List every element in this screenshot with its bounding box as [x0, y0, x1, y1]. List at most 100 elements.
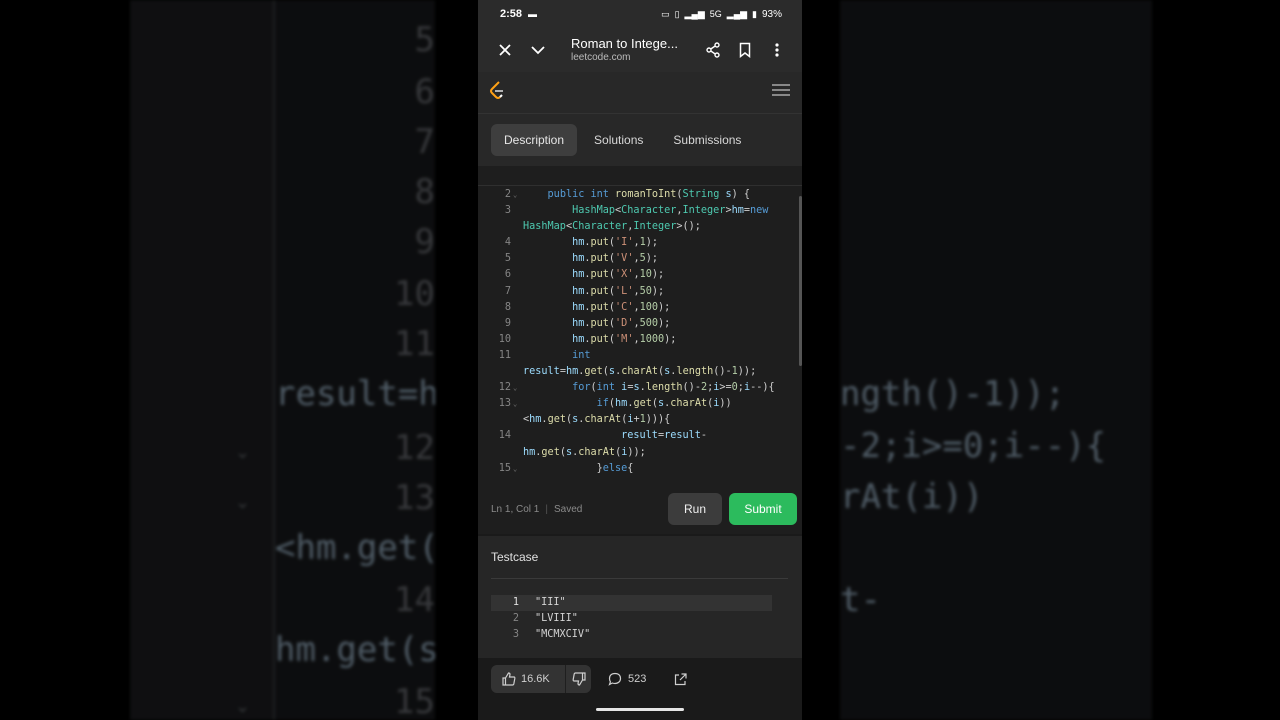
tab-description[interactable]: Description — [491, 124, 578, 156]
code-line[interactable]: hm.get(s.charAt(i)); — [478, 445, 796, 461]
bottom-actions: 16.6K 523 — [478, 658, 802, 720]
bg-line-number: 13 — [394, 478, 435, 518]
code-line[interactable]: 13 ⌄ if(hm.get(s.charAt(i)) — [478, 396, 796, 412]
code-line[interactable]: 3 HashMap<Character,Integer>hm=new — [478, 203, 796, 219]
testcase-line[interactable]: 1 "III" — [491, 595, 772, 611]
code-line[interactable]: 12 ⌄ for(int i=s.length()-2;i>=0;i--){ — [478, 380, 796, 396]
background-right: ngth()-1)); -2;i>=0;i--){ rAt(i)) t- — [840, 0, 1152, 720]
code-text: hm.put('M',1000); — [572, 333, 677, 345]
bg-line-number: 15 — [394, 682, 435, 720]
menu-button[interactable] — [772, 83, 790, 102]
bg-code-line: -2;i>=0;i--){ — [840, 426, 1107, 466]
battery-icon: ▮ — [752, 8, 757, 19]
code-line[interactable]: 8 hm.put('C',100); — [478, 300, 796, 316]
bookmark-button[interactable] — [732, 37, 758, 63]
line-number: 6 — [504, 269, 511, 281]
minimize-button[interactable] — [525, 37, 551, 63]
code-text: result=result- — [621, 430, 708, 442]
line-number: 7 — [504, 285, 511, 297]
code-line[interactable]: 9 hm.put('D',500); — [478, 316, 796, 332]
divider — [491, 578, 788, 579]
code-text: hm.put('D',500); — [572, 317, 671, 329]
editor-scrollbar[interactable] — [799, 196, 802, 366]
leetcode-logo[interactable] — [488, 80, 506, 105]
bg-code-line: <hm.get( — [275, 528, 435, 568]
thumbs-up-icon — [502, 672, 516, 686]
editor-footer: Ln 1, Col 1 | Saved Run Submit — [478, 484, 802, 534]
line-number — [478, 412, 511, 428]
fold-gutter — [511, 203, 523, 219]
like-count: 16.6K — [521, 673, 550, 685]
fold-gutter — [511, 332, 523, 348]
more-vertical-icon — [775, 43, 779, 57]
bookmark-icon — [739, 42, 751, 58]
fold-chevron-icon[interactable]: ⌄ — [511, 380, 523, 396]
page-url: leetcode.com — [571, 51, 631, 63]
code-line[interactable]: 11 int — [478, 348, 796, 364]
save-status: Saved — [553, 503, 583, 515]
page-title-area[interactable]: Roman to Intege... leetcode.com — [571, 36, 700, 64]
bg-line-number: 9 — [414, 222, 435, 262]
problem-tabs: Description Solutions Submissions — [478, 114, 802, 166]
dislike-button[interactable] — [566, 665, 591, 693]
close-button[interactable] — [492, 37, 518, 63]
page-title: Roman to Intege... — [571, 36, 678, 52]
fold-gutter — [511, 251, 523, 267]
tab-submissions[interactable]: Submissions — [660, 124, 754, 156]
open-external-button[interactable] — [674, 665, 687, 693]
network-label: 5G — [709, 9, 722, 19]
testcase-editor[interactable]: 1 "III" 2 "LVIII" 3 "MCMXCIV" — [491, 595, 772, 643]
comment-count: 523 — [628, 673, 647, 685]
fold-gutter — [511, 219, 523, 235]
code-text: hm.put('C',100); — [572, 301, 671, 313]
code-editor[interactable]: 2 ⌄ public int romanToInt(String s) {3 Ha… — [478, 166, 802, 484]
code-text: hm.put('X',10); — [572, 269, 665, 281]
more-button[interactable] — [764, 37, 790, 63]
editor-status: Ln 1, Col 1 | Saved — [491, 503, 583, 515]
fold-gutter — [511, 412, 523, 428]
comment-icon — [608, 672, 622, 686]
fold-chevron-icon[interactable]: ⌄ — [511, 461, 523, 477]
code-text: }else{ — [523, 462, 634, 474]
comments-button[interactable]: 523 — [608, 665, 646, 693]
run-button[interactable]: Run — [668, 493, 722, 525]
testcase-line[interactable]: 2 "LVIII" — [491, 611, 772, 627]
background-left: 56789101112⌄13⌄1415⌄ result=hm <hm.get( … — [130, 0, 435, 720]
submit-button[interactable]: Submit — [729, 493, 797, 525]
fold-gutter — [511, 364, 523, 380]
fold-chevron-icon[interactable]: ⌄ — [511, 187, 523, 203]
code-line[interactable]: 14 result=result- — [478, 428, 796, 444]
like-button[interactable]: 16.6K — [491, 665, 565, 693]
line-number — [478, 364, 511, 380]
code-text: int — [572, 349, 591, 361]
fold-chevron-icon[interactable]: ⌄ — [511, 396, 523, 412]
code-text: hm.put('I',1); — [572, 237, 659, 249]
fold-gutter — [511, 267, 523, 283]
line-number: 13 — [498, 398, 511, 410]
code-line[interactable]: <hm.get(s.charAt(i+1))){ — [478, 412, 796, 428]
code-line[interactable]: 7 hm.put('L',50); — [478, 284, 796, 300]
phone-screen: 2:58 ▬ ▭ ▯ ▂▄▆ 5G ▂▄▆ ▮ 93% Roman to Int… — [478, 0, 802, 720]
code-line[interactable]: 6 hm.put('X',10); — [478, 267, 796, 283]
line-number — [478, 445, 511, 461]
fold-gutter — [511, 300, 523, 316]
code-line[interactable]: 10 hm.put('M',1000); — [478, 332, 796, 348]
share-button[interactable] — [700, 37, 726, 63]
code-line[interactable]: 5 hm.put('V',5); — [478, 251, 796, 267]
tab-solutions[interactable]: Solutions — [581, 124, 656, 156]
clock: 2:58 — [500, 8, 523, 20]
notification-icon: ▬ — [528, 9, 538, 19]
home-indicator[interactable] — [596, 708, 684, 711]
code-line[interactable]: 4 hm.put('I',1); — [478, 235, 796, 251]
code-lines[interactable]: 2 ⌄ public int romanToInt(String s) {3 Ha… — [478, 187, 796, 477]
fold-gutter — [511, 428, 523, 444]
code-line[interactable]: result=hm.get(s.charAt(s.length()-1)); — [478, 364, 796, 380]
chevron-down-icon — [531, 46, 545, 55]
vote-box: 16.6K — [491, 665, 591, 693]
bg-code-line: rAt(i)) — [840, 477, 984, 517]
bg-line-number: 14 — [394, 580, 435, 620]
code-line[interactable]: HashMap<Character,Integer>(); — [478, 219, 796, 235]
code-line[interactable]: 15 ⌄ }else{ — [478, 461, 796, 477]
testcase-line[interactable]: 3 "MCMXCIV" — [491, 627, 772, 643]
code-line[interactable]: 2 ⌄ public int romanToInt(String s) { — [478, 187, 796, 203]
